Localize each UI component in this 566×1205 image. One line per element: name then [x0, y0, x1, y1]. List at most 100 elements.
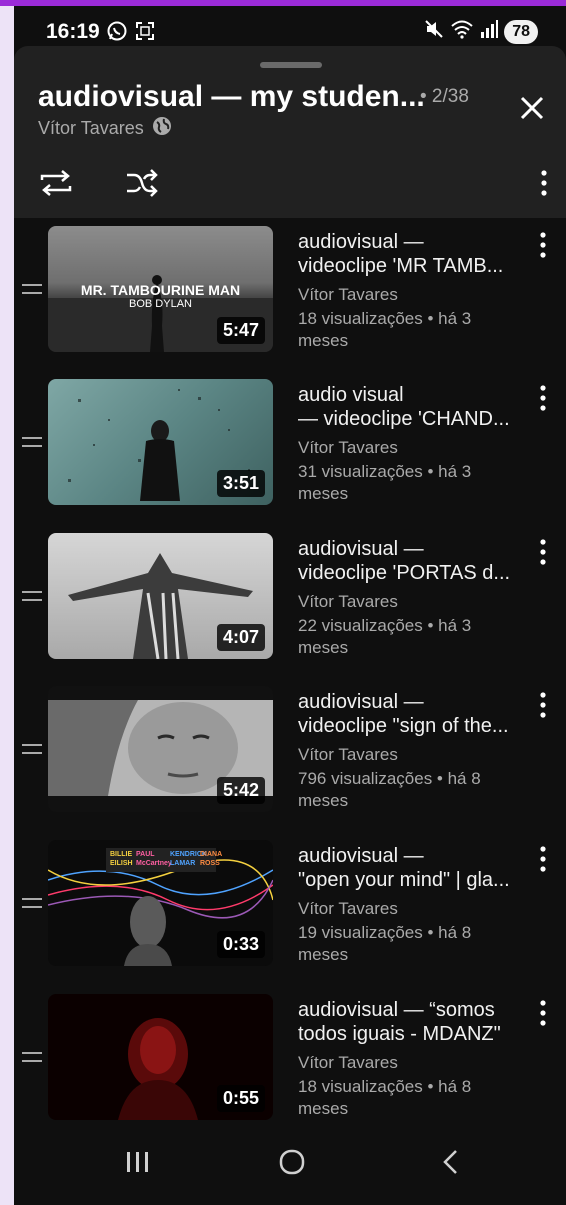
screenshot-icon — [134, 20, 156, 47]
list-item[interactable]: 5:42 audiovisual — videoclipe "sign of t… — [14, 686, 566, 836]
playlist-owner-name: Vítor Tavares — [38, 118, 144, 138]
drag-handle-icon[interactable] — [22, 591, 42, 605]
thumbnail-name-2: EILISH — [110, 860, 133, 867]
playlist-title: audiovisual — my studen... — [38, 80, 425, 113]
video-title[interactable]: audiovisual — videoclipe "sign of the... — [298, 690, 528, 738]
video-meta: audiovisual — videoclipe 'PORTAS d... Ví… — [298, 537, 528, 659]
shuffle-button[interactable] — [122, 163, 162, 203]
list-item[interactable]: MR. TAMBOURINE MAN BOB DYLAN 5:47 audiov… — [14, 226, 566, 376]
drag-handle-icon[interactable] — [22, 1052, 42, 1066]
home-icon — [279, 1149, 305, 1175]
video-channel: Vítor Tavares — [298, 899, 398, 918]
video-duration: 3:51 — [216, 470, 265, 497]
video-channel: Vítor Tavares — [298, 438, 398, 457]
globe-icon — [152, 116, 172, 141]
video-stats: 22 visualizações • há 3 meses — [298, 616, 472, 657]
video-meta: audiovisual — videoclipe "sign of the...… — [298, 690, 528, 812]
video-more-button[interactable] — [532, 998, 554, 1028]
thumbnail-name-3: PAUL — [136, 851, 155, 858]
video-duration: 0:33 — [216, 931, 265, 958]
thumbnail-subtitle-text: BOB DYLAN — [129, 298, 192, 310]
video-title[interactable]: audiovisual — “somos todos iguais - MDAN… — [298, 998, 528, 1046]
thumbnail-name-banner: BILLIE EILISH PAUL McCartney KENDRICK LA… — [106, 848, 222, 872]
close-button[interactable] — [512, 88, 552, 128]
video-more-button[interactable] — [532, 690, 554, 720]
mute-icon — [424, 19, 444, 44]
drag-handle-icon[interactable] — [22, 437, 42, 451]
status-time: 16:19 — [46, 20, 100, 43]
video-channel: Vítor Tavares — [298, 1053, 398, 1072]
loop-icon — [40, 170, 72, 196]
video-duration: 5:47 — [216, 317, 265, 344]
signal-icon — [480, 19, 499, 44]
playlist-panel: audiovisual — my studen... • 2/38 Vítor … — [14, 46, 566, 1202]
close-icon — [520, 96, 544, 120]
list-item[interactable]: BILLIE EILISH PAUL McCartney KENDRICK LA… — [14, 840, 566, 990]
video-title[interactable]: audiovisual — videoclipe 'MR TAMB... — [298, 230, 528, 278]
video-title[interactable]: audiovisual — videoclipe 'PORTAS d... — [298, 537, 528, 585]
more-vert-icon — [540, 846, 546, 872]
video-stats: 796 visualizações • há 8 meses — [298, 769, 481, 810]
video-stats: 19 visualizações • há 8 meses — [298, 923, 472, 964]
video-stats: 31 visualizações • há 3 meses — [298, 462, 472, 503]
video-channel: Vítor Tavares — [298, 745, 398, 764]
thumbnail-name-7: DIANA — [200, 851, 223, 858]
video-duration: 0:55 — [216, 1085, 265, 1112]
more-vert-icon — [540, 539, 546, 565]
video-more-button[interactable] — [532, 537, 554, 567]
video-more-button[interactable] — [532, 844, 554, 874]
video-thumbnail[interactable]: 0:55 — [48, 994, 273, 1120]
playlist-more-button[interactable] — [524, 163, 564, 203]
video-channel: Vítor Tavares — [298, 592, 398, 611]
thumbnail-name-4: McCartney — [136, 860, 172, 867]
video-meta: audiovisual — “somos todos iguais - MDAN… — [298, 998, 528, 1120]
more-vert-icon — [540, 692, 546, 718]
list-item[interactable]: 4:07 audiovisual — videoclipe 'PORTAS d.… — [14, 533, 566, 683]
drag-handle-icon[interactable] — [22, 898, 42, 912]
more-vert-icon — [540, 232, 546, 258]
video-thumbnail[interactable]: BILLIE EILISH PAUL McCartney KENDRICK LA… — [48, 840, 273, 966]
battery-indicator: 78 — [504, 19, 538, 44]
drag-handle-icon[interactable] — [22, 744, 42, 758]
video-thumbnail[interactable]: MR. TAMBOURINE MAN BOB DYLAN 5:47 — [48, 226, 273, 352]
home-button[interactable] — [270, 1142, 314, 1182]
phone-screen: 16:19 78 audiovisual — my studen... • 2/… — [14, 6, 566, 1205]
video-thumbnail[interactable]: 5:42 — [48, 686, 273, 812]
video-duration: 4:07 — [216, 624, 265, 651]
video-title[interactable]: audiovisual — "open your mind" | gla... — [298, 844, 528, 892]
drag-handle-icon[interactable] — [22, 284, 42, 298]
list-item[interactable]: 3:51 audio visual — videoclipe 'CHAND...… — [14, 379, 566, 529]
playlist-video-list: MR. TAMBOURINE MAN BOB DYLAN 5:47 audiov… — [14, 218, 566, 1122]
video-meta: audio visual — videoclipe 'CHAND... Víto… — [298, 383, 528, 505]
system-nav-bar — [14, 1122, 566, 1202]
recent-apps-icon — [127, 1152, 148, 1172]
more-vert-icon — [541, 170, 547, 196]
more-vert-icon — [540, 1000, 546, 1026]
back-button[interactable] — [428, 1142, 472, 1182]
thumbnail-name-1: BILLIE — [110, 851, 133, 858]
loop-button[interactable] — [36, 163, 76, 203]
playlist-position: • 2/38 — [420, 86, 469, 107]
video-meta: audiovisual — videoclipe 'MR TAMB... Vít… — [298, 230, 528, 352]
thumbnail-name-8: ROSS — [200, 860, 220, 867]
wifi-icon — [450, 19, 474, 44]
more-vert-icon — [540, 385, 546, 411]
video-duration: 5:42 — [216, 777, 265, 804]
video-more-button[interactable] — [532, 230, 554, 260]
shuffle-icon — [127, 169, 158, 197]
video-thumbnail[interactable]: 4:07 — [48, 533, 273, 659]
video-title[interactable]: audio visual — videoclipe 'CHAND... — [298, 383, 528, 431]
thumbnail-title-text: MR. TAMBOURINE MAN — [80, 282, 241, 298]
video-stats: 18 visualizações • há 3 meses — [298, 309, 472, 350]
playlist-owner[interactable]: Vítor Tavares — [38, 116, 172, 141]
thumbnail-name-6: LAMAR — [170, 860, 196, 867]
video-stats: 18 visualizações • há 8 meses — [298, 1077, 472, 1118]
whatsapp-icon — [106, 20, 128, 47]
video-channel: Vítor Tavares — [298, 285, 398, 304]
back-icon — [443, 1150, 457, 1174]
video-more-button[interactable] — [532, 383, 554, 413]
panel-drag-handle[interactable] — [260, 62, 322, 68]
recent-apps-button[interactable] — [116, 1142, 160, 1182]
video-meta: audiovisual — "open your mind" | gla... … — [298, 844, 528, 966]
video-thumbnail[interactable]: 3:51 — [48, 379, 273, 505]
